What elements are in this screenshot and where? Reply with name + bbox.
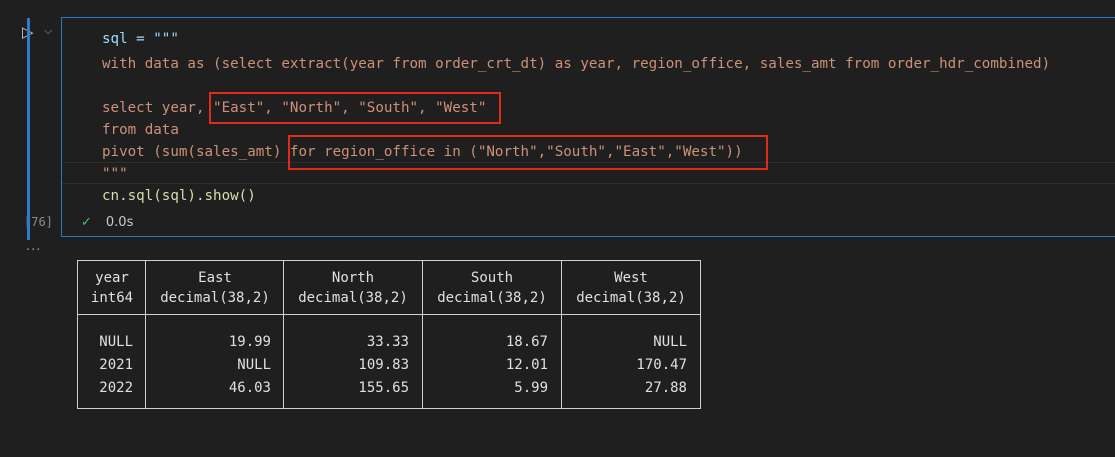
table-cell: 5.99 [514, 380, 548, 396]
code-line-2[interactable]: with data as (select extract(year from o… [102, 53, 1050, 75]
column-type: int64 [90, 290, 134, 306]
chevron-down-icon[interactable]: ⌵ [44, 24, 56, 38]
table-header-divider [77, 314, 701, 315]
table-col-divider [145, 260, 146, 409]
code-editor[interactable]: sql = """ with data as (select extract(y… [61, 17, 1115, 237]
cell-focus-indicator [27, 18, 30, 240]
table-cell: 2022 [99, 380, 133, 396]
column-header: East [198, 270, 232, 286]
check-icon: ✓ [81, 215, 92, 230]
code-line-5[interactable]: from data [102, 119, 179, 141]
table-col-divider [283, 260, 284, 409]
table-cell: 109.83 [358, 357, 409, 373]
run-cell-icon[interactable]: ▷ [22, 24, 38, 40]
table-cell: 19.99 [228, 334, 271, 350]
table-cell: NULL [237, 357, 271, 373]
table-cell: 2021 [99, 357, 133, 373]
table-cell: 155.65 [358, 380, 409, 396]
table-col-divider [77, 260, 78, 409]
table-col-divider [422, 260, 423, 409]
column-header: year [95, 270, 129, 286]
table-col-divider [561, 260, 562, 409]
table-cell: 46.03 [228, 380, 271, 396]
code-line-7[interactable]: """ [102, 163, 128, 185]
table-cell: NULL [99, 334, 133, 350]
code-line-6[interactable]: pivot (sum(sales_amt) for region_office … [102, 141, 743, 163]
table-top-border [77, 260, 701, 261]
ellipsis-icon[interactable]: ··· [26, 243, 41, 258]
column-type: decimal(38,2) [160, 290, 270, 306]
current-line-highlight [62, 162, 1115, 184]
execution-status: ✓ 0.0s [81, 212, 133, 234]
code-line-8[interactable]: cn.sql(sql).show() [102, 185, 256, 207]
table-cell: 33.33 [366, 334, 409, 350]
column-header: South [470, 270, 514, 286]
table-cell: 27.88 [644, 380, 687, 396]
table-cell: 18.67 [505, 334, 548, 350]
column-header: North [331, 270, 375, 286]
column-type: decimal(38,2) [576, 290, 686, 306]
execution-time: 0.0s [105, 215, 134, 230]
table-col-divider [700, 260, 701, 409]
table-cell: 12.01 [505, 357, 548, 373]
code-line-1[interactable]: sql = """ [102, 28, 179, 50]
output-table: year int64 East decimal(38,2) North deci… [73, 256, 703, 411]
column-type: decimal(38,2) [298, 290, 408, 306]
column-header: West [614, 270, 648, 286]
table-bottom-border [77, 408, 701, 409]
cell-gutter: ▷ ⌵ [76] [0, 0, 62, 238]
table-cell: 170.47 [636, 357, 687, 373]
column-type: decimal(38,2) [437, 290, 547, 306]
table-cell: NULL [653, 334, 687, 350]
code-line-4[interactable]: select year, "East", "North", "South", "… [102, 97, 486, 119]
